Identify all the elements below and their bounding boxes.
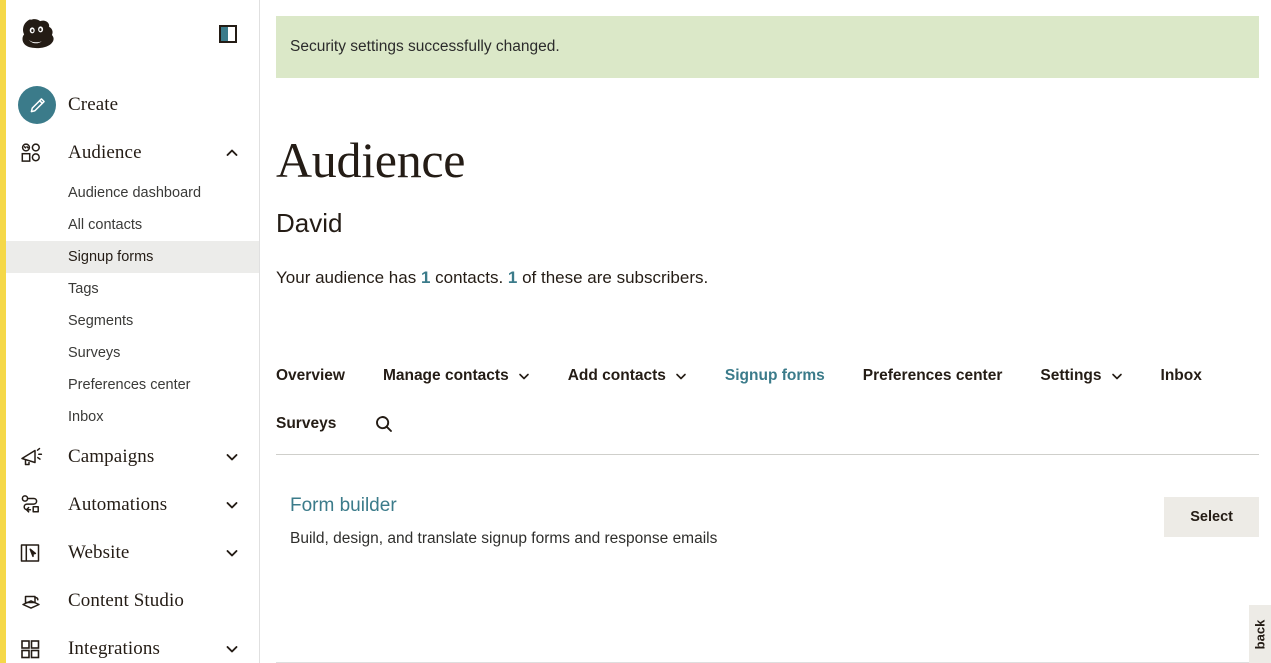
sidebar-item-surveys[interactable]: Surveys [0,337,259,369]
tabbar-second-row: Surveys [276,408,1259,440]
sidebar-item-label-integrations: Integrations [68,638,160,659]
chevron-down-icon[interactable] [225,642,239,656]
tab-label: Preferences center [862,366,1003,384]
sidebar-item-content-studio[interactable]: Content Studio [0,577,259,625]
tab-settings[interactable]: Settings [1040,360,1122,392]
tab-label: Add contacts [567,366,666,384]
signup-form-option-row: Form builder Build, design, and translat… [276,455,1259,549]
feedback-tab[interactable]: back [1249,605,1271,663]
sidebar-item-label-website: Website [68,542,130,563]
sidebar-subnav-audience: Audience dashboard All contacts Signup f… [0,177,259,433]
sidebar-item-label-campaigns: Campaigns [68,446,155,467]
sidebar-item-audience-dashboard[interactable]: Audience dashboard [0,177,259,209]
stats-contacts-count: 1 [420,267,431,287]
sidebar-item-automations[interactable]: Automations [0,481,259,529]
tab-signup-forms[interactable]: Signup forms [725,360,825,392]
sidebar-item-label-audience: Audience [68,142,142,163]
sidebar-subitem-label: Segments [68,313,134,329]
content-container: Audience David Your audience has 1 conta… [260,135,1271,548]
stats-suffix: of these are subscribers. [517,267,709,287]
sidebar-nav: Create Audience Audience dashboard All c… [0,68,259,663]
sidebar-subitem-label: All contacts [68,217,143,233]
chevron-up-icon[interactable] [225,146,239,160]
feedback-tab-label: back [1252,619,1268,649]
sidebar-accent-stripe [0,0,6,663]
sidebar-subitem-label: Signup forms [68,249,154,265]
create-icon-wrap [18,86,56,124]
automation-flow-icon [18,492,56,518]
tab-label: Surveys [276,414,337,432]
tab-label: Overview [276,366,345,384]
page-title: Audience [276,132,466,188]
tab-label: Signup forms [724,366,825,384]
sidebar-subitem-label: Inbox [68,409,104,425]
panel-toggle-empty-half [228,27,235,41]
tab-label: Settings [1040,366,1102,384]
tab-surveys[interactable]: Surveys [276,408,336,440]
select-button[interactable]: Select [1164,496,1259,537]
sidebar-item-tags[interactable]: Tags [0,273,259,305]
sidebar-item-campaigns[interactable]: Campaigns [0,433,259,481]
sidebar-item-signup-forms[interactable]: Signup forms [0,241,259,273]
sidebar-item-website[interactable]: Website [0,529,259,577]
sidebar-subitem-label: Audience dashboard [68,185,202,201]
chevron-down-icon[interactable] [225,450,239,464]
tab-label: Inbox [1160,366,1202,384]
mailchimp-freddie-logo[interactable] [18,14,62,54]
stats-prefix: Your audience has [276,267,421,287]
stats-middle: contacts. [430,267,508,287]
sidebar-item-create[interactable]: Create [0,81,259,129]
main-content: Security settings successfully changed. … [260,0,1271,663]
chevron-down-icon [1111,373,1122,379]
success-banner: Security settings successfully changed. [276,16,1259,78]
tab-inbox[interactable]: Inbox [1161,360,1202,392]
tab-search-button[interactable] [374,408,394,440]
sidebar: Create Audience Audience dashboard All c… [0,0,260,663]
tab-manage-contacts[interactable]: Manage contacts [383,360,530,392]
sidebar-item-integrations[interactable]: Integrations [0,625,259,663]
app-root: Create Audience Audience dashboard All c… [0,0,1271,663]
signup-form-option-info: Form builder Build, design, and translat… [290,495,1164,549]
audience-people-icon [18,140,56,166]
panel-toggle-filled-half [221,27,228,41]
sidebar-item-preferences-center[interactable]: Preferences center [0,369,259,401]
form-builder-link[interactable]: Form builder [290,495,397,516]
stats-subscribers-count: 1 [507,267,518,287]
sidebar-item-audience[interactable]: Audience [0,129,259,177]
sidebar-item-label-create: Create [68,94,119,115]
sidebar-item-label-content-studio: Content Studio [68,590,184,611]
browser-window-cursor-icon [18,541,56,565]
sidebar-subitem-label: Tags [68,281,99,297]
chevron-down-icon[interactable] [225,498,239,512]
form-builder-description: Build, design, and translate signup form… [290,530,718,548]
sidebar-item-label-automations: Automations [68,494,168,515]
audience-stats: Your audience has 1 contacts. 1 of these… [276,268,1259,288]
chevron-down-icon [518,373,529,379]
audience-tabbar: Overview Manage contacts Add contacts Si… [276,360,1259,440]
tab-add-contacts[interactable]: Add contacts [568,360,687,392]
sidebar-subitem-label: Preferences center [68,377,191,393]
tab-label: Manage contacts [382,366,509,384]
sidebar-brand-row [0,0,259,68]
search-icon [376,415,393,432]
pencil-icon [18,86,56,124]
tab-preferences-center[interactable]: Preferences center [863,360,1003,392]
sidebar-item-all-contacts[interactable]: All contacts [0,209,259,241]
sidebar-subitem-label: Surveys [68,345,121,361]
sidebar-item-inbox[interactable]: Inbox [0,401,259,433]
tab-overview[interactable]: Overview [276,360,345,392]
sidebar-item-segments[interactable]: Segments [0,305,259,337]
chevron-down-icon [676,373,686,379]
sidebar-panel-toggle-icon[interactable] [219,25,237,43]
success-banner-message: Security settings successfully changed. [290,38,560,55]
content-studio-icon [18,588,56,614]
audience-name: David [276,208,343,238]
grid-squares-icon [18,637,56,661]
chevron-down-icon[interactable] [225,546,239,560]
megaphone-icon [18,444,56,470]
